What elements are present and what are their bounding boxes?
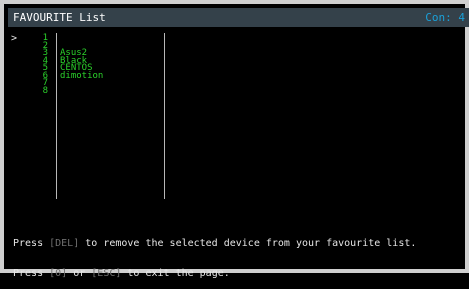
window-title: FAVOURITE List <box>13 11 106 24</box>
help-line-remove: Press [DEL] to remove the selected devic… <box>13 239 458 249</box>
favourite-slot-8-index[interactable]: 8 <box>36 86 48 94</box>
help-line-exit: Press [0] or [ESC] to exit the page. <box>13 269 458 279</box>
index-column <box>8 33 57 199</box>
help-line-exit-suffix: to exit the page. <box>121 268 230 279</box>
connection-indicator: Con: 4 <box>425 10 465 25</box>
help-line-exit-middle: or <box>67 268 92 279</box>
favourite-index-list: 1 2 3 4 5 6 7 8 <box>36 34 48 95</box>
favourite-slot-8-name[interactable] <box>60 87 156 95</box>
title-bar: FAVOURITE List Con: 4 <box>8 8 469 27</box>
favourite-slot-6-name[interactable]: dimotion <box>60 71 156 79</box>
zero-key-hint: [0] <box>49 268 68 279</box>
connection-label: Con: <box>425 11 452 24</box>
escape-key-hint: [ESC] <box>91 268 122 279</box>
selection-cursor-icon: > <box>11 33 18 44</box>
help-line-remove-prefix: Press <box>13 238 50 249</box>
connection-count: 4 <box>458 11 465 24</box>
favourite-slot-1-name[interactable] <box>60 34 156 42</box>
favourite-name-list: Asus2 Black CENTOS dimotion <box>60 34 156 94</box>
delete-key-hint: [DEL] <box>49 238 80 249</box>
help-line-remove-suffix: to remove the selected device from your … <box>79 238 417 249</box>
help-line-exit-prefix: Press <box>13 268 50 279</box>
help-text: Press [DEL] to remove the selected devic… <box>13 219 458 289</box>
